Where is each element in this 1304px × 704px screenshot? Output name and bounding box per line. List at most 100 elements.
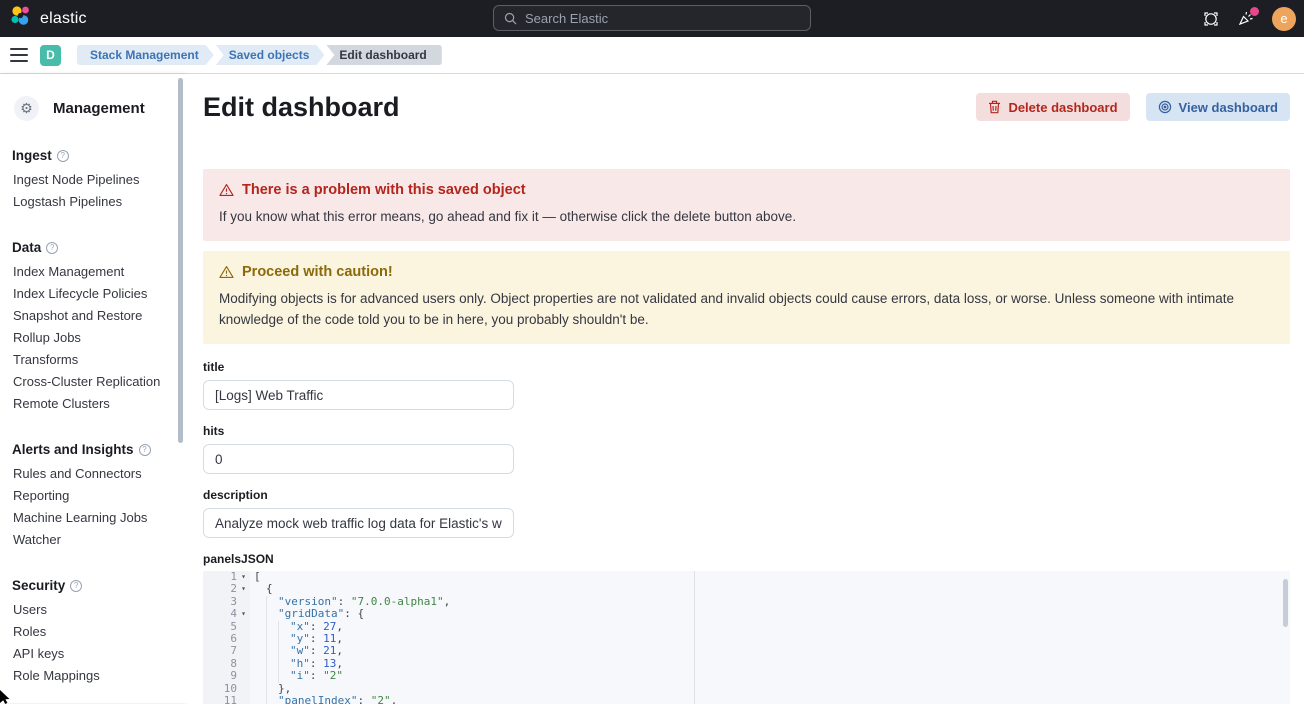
error-callout: There is a problem with this saved objec…: [203, 169, 1290, 241]
description-field-label: description: [203, 488, 1290, 502]
help-icon: ?: [139, 444, 151, 456]
sidebar-item-rules-and-connectors[interactable]: Rules and Connectors: [12, 463, 173, 485]
help-icon: ?: [57, 150, 69, 162]
sidebar-item-users[interactable]: Users: [12, 599, 173, 621]
code-line[interactable]: 11"panelIndex": "2",: [203, 695, 1290, 704]
sidebar-item-reporting[interactable]: Reporting: [12, 485, 173, 507]
app-badge[interactable]: D: [40, 45, 61, 66]
line-number: 2: [230, 583, 237, 595]
sidebar-section-title: Ingest?: [12, 148, 173, 163]
hits-field-label: hits: [203, 424, 1290, 438]
indent-guide: [278, 645, 290, 657]
indent-guide: [266, 621, 278, 633]
alert-icon: [219, 183, 234, 197]
sidebar-header: ⚙ Management: [14, 96, 173, 121]
sidebar-item-index-lifecycle-policies[interactable]: Index Lifecycle Policies: [12, 283, 173, 305]
sidebar-item-role-mappings[interactable]: Role Mappings: [12, 665, 173, 687]
elastic-brand[interactable]: elastic: [0, 5, 87, 32]
main-content: Edit dashboard Delete dashboard: [185, 74, 1304, 703]
code-line[interactable]: 1▾[: [203, 571, 1290, 583]
elastic-logo-icon: [10, 5, 32, 32]
search-placeholder: Search Elastic: [525, 11, 608, 26]
deployment-icon[interactable]: [1202, 10, 1220, 28]
gear-icon: ⚙: [14, 96, 39, 121]
sidebar-item-roles[interactable]: Roles: [12, 621, 173, 643]
panels-json-label: panelsJSON: [203, 552, 1290, 566]
caution-callout: Proceed with caution! Modifying objects …: [203, 251, 1290, 344]
line-number: 4: [230, 608, 237, 620]
sidebar-item-watcher[interactable]: Watcher: [12, 529, 173, 551]
indent-guide: [266, 658, 278, 670]
code-line[interactable]: 4▾"gridData": {: [203, 608, 1290, 620]
fold-arrow-icon[interactable]: ▾: [237, 571, 250, 583]
title-field-label: title: [203, 360, 1290, 374]
indent-guide: [266, 695, 278, 704]
error-callout-title: There is a problem with this saved objec…: [242, 182, 526, 198]
line-number: 7: [230, 645, 237, 657]
menu-icon[interactable]: [10, 48, 28, 62]
global-search-input[interactable]: Search Elastic: [493, 5, 811, 31]
sidebar-title: Management: [53, 100, 145, 117]
code-line[interactable]: 5"x": 27,: [203, 621, 1290, 633]
breadcrumb-saved-objects[interactable]: Saved objects: [216, 45, 325, 65]
sidebar-item-snapshot-and-restore[interactable]: Snapshot and Restore: [12, 305, 173, 327]
sidebar-item-remote-clusters[interactable]: Remote Clusters: [12, 393, 173, 415]
fold-arrow-icon[interactable]: ▾: [237, 583, 250, 595]
hits-field[interactable]: [203, 444, 514, 474]
indent-guide: [266, 645, 278, 657]
code-lines: 1▾[2▾{3"version": "7.0.0-alpha1",4▾"grid…: [203, 571, 1290, 704]
code-line[interactable]: 7"w": 21,: [203, 645, 1290, 657]
notification-dot: [1250, 7, 1259, 16]
indent-guide: [266, 608, 278, 620]
sidebar-item-api-keys[interactable]: API keys: [12, 643, 173, 665]
view-dashboard-button[interactable]: View dashboard: [1146, 93, 1290, 121]
sidebar-item-transforms[interactable]: Transforms: [12, 349, 173, 371]
caution-callout-title: Proceed with caution!: [242, 264, 393, 280]
breadcrumb-bar: D Stack ManagementSaved objectsEdit dash…: [0, 37, 1304, 74]
warning-icon: [219, 265, 234, 279]
sidebar-sections: Ingest? Ingest Node PipelinesLogstash Pip…: [12, 148, 173, 687]
line-number: 11: [224, 695, 237, 704]
top-navigation-bar: elastic Search Elastic e: [0, 0, 1304, 37]
title-field[interactable]: [203, 380, 514, 410]
sidebar-item-index-management[interactable]: Index Management: [12, 261, 173, 283]
indent-guide: [278, 658, 290, 670]
panels-json-editor[interactable]: 1▾[2▾{3"version": "7.0.0-alpha1",4▾"grid…: [203, 571, 1290, 704]
sidebar-item-cross-cluster-replication[interactable]: Cross-Cluster Replication: [12, 371, 173, 393]
sidebar-section-title: Data?: [12, 240, 173, 255]
indent-guide: [278, 633, 290, 645]
indent-guide: [266, 596, 278, 608]
sidebar-item-ingest-node-pipelines[interactable]: Ingest Node Pipelines: [12, 169, 173, 191]
user-avatar[interactable]: e: [1272, 7, 1296, 31]
sidebar-item-logstash-pipelines[interactable]: Logstash Pipelines: [12, 191, 173, 213]
newsfeed-icon[interactable]: [1237, 10, 1255, 28]
inspect-icon: [1158, 100, 1172, 114]
sidebar-scrollbar[interactable]: [178, 78, 183, 443]
code-line[interactable]: 6"y": 11,: [203, 633, 1290, 645]
indent-guide: [266, 670, 278, 682]
breadcrumb: Stack ManagementSaved objectsEdit dashbo…: [77, 45, 444, 65]
mouse-cursor: [0, 690, 12, 704]
fold-arrow-icon[interactable]: ▾: [237, 608, 250, 620]
help-icon: ?: [70, 580, 82, 592]
sidebar-section-title: Security?: [12, 578, 173, 593]
delete-dashboard-label: Delete dashboard: [1008, 100, 1117, 115]
sidebar-section-title: Alerts and Insights?: [12, 442, 173, 457]
indent-guide: [278, 621, 290, 633]
line-number: 9: [230, 670, 237, 682]
caution-callout-body: Modifying objects is for advanced users …: [219, 288, 1274, 330]
sidebar-item-rollup-jobs[interactable]: Rollup Jobs: [12, 327, 173, 349]
code-line[interactable]: 9"i": "2": [203, 670, 1290, 682]
search-icon: [504, 12, 517, 25]
error-callout-body: If you know what this error means, go ah…: [219, 206, 1274, 227]
delete-dashboard-button[interactable]: Delete dashboard: [976, 93, 1129, 121]
indent-guide: [266, 633, 278, 645]
editor-scrollbar[interactable]: [1283, 579, 1288, 627]
breadcrumb-stack-management[interactable]: Stack Management: [77, 45, 214, 65]
description-field[interactable]: [203, 508, 514, 538]
sidebar-item-machine-learning-jobs[interactable]: Machine Learning Jobs: [12, 507, 173, 529]
code-line[interactable]: 8"h": 13,: [203, 658, 1290, 670]
help-icon: ?: [46, 242, 58, 254]
breadcrumb-edit-dashboard: Edit dashboard: [326, 45, 441, 65]
code-line[interactable]: 3"version": "7.0.0-alpha1",: [203, 596, 1290, 608]
